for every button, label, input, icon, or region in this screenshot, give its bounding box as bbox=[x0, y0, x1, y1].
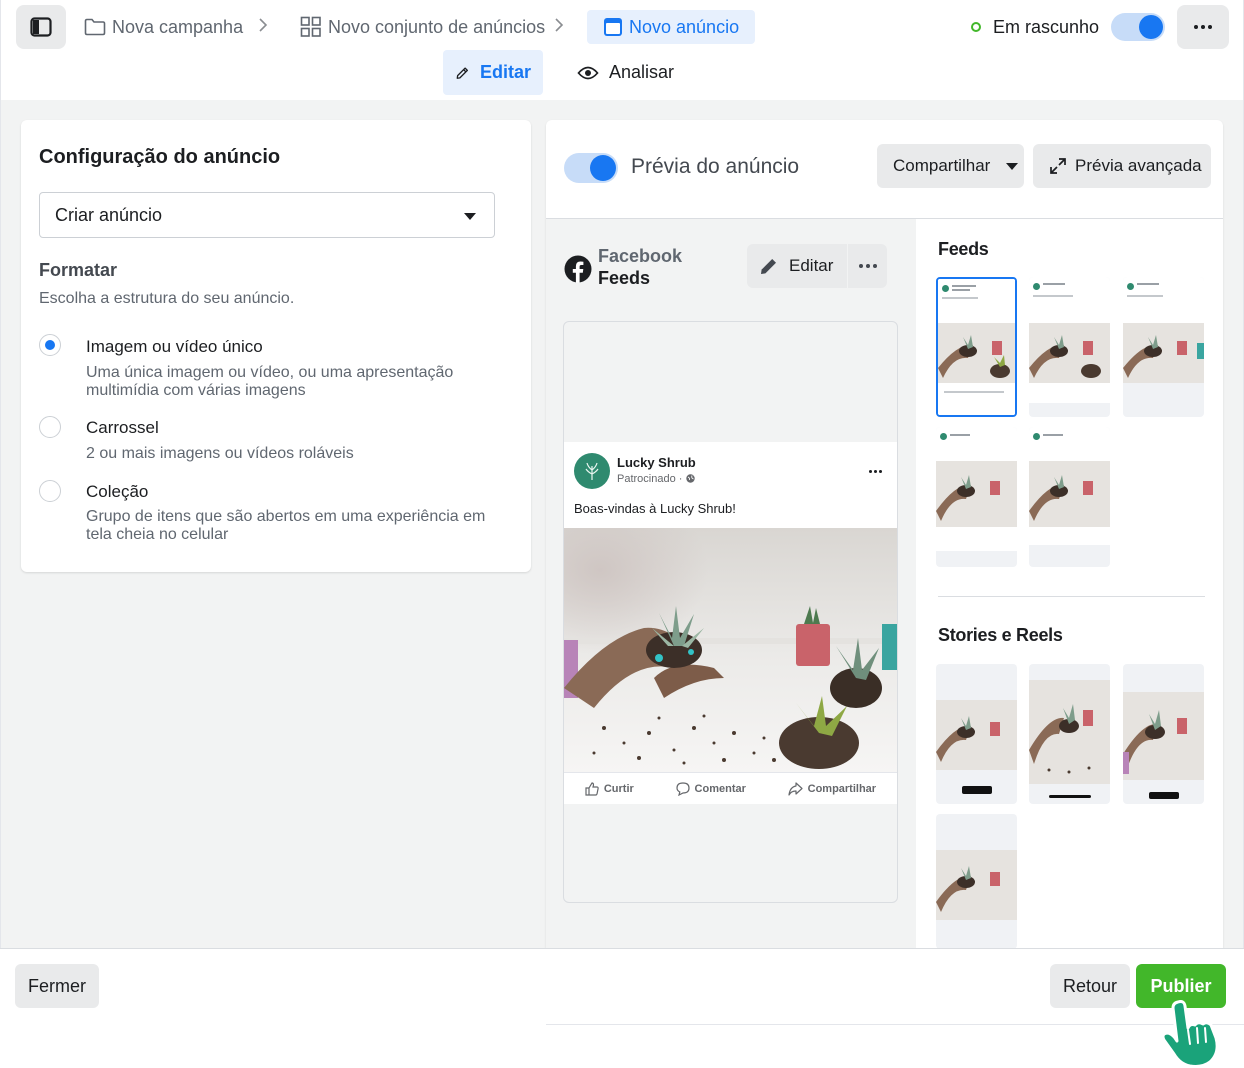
tab-edit[interactable]: Editar bbox=[443, 50, 543, 95]
share-button[interactable]: Compartilhar bbox=[788, 781, 877, 796]
footer-bar: Fermer Retour Publier bbox=[0, 948, 1244, 1068]
radio-carousel[interactable] bbox=[39, 416, 61, 438]
config-title: Configuração do anúncio bbox=[39, 146, 281, 168]
tab-edit-label: Editar bbox=[479, 62, 531, 82]
radio-single-media[interactable] bbox=[39, 334, 61, 356]
stories-group-title: Stories e Reels bbox=[938, 625, 1063, 645]
grid-icon bbox=[300, 16, 322, 38]
post-more-icon[interactable] bbox=[869, 470, 882, 473]
back-button[interactable]: Retour bbox=[1050, 964, 1130, 1008]
breadcrumb-ad-label: Novo anúncio bbox=[629, 16, 740, 37]
footer-divider bbox=[546, 1024, 1244, 1025]
breadcrumb-campaign-label: Nova campanha bbox=[112, 16, 244, 37]
ad-config-panel: Configuração do anúncio Criar anúncio Fo… bbox=[21, 120, 531, 572]
status-dot-icon bbox=[971, 22, 981, 32]
group-divider bbox=[938, 596, 1205, 597]
format-subtitle: Escolha a estrutura do seu anúncio. bbox=[39, 290, 295, 307]
placement-thumbnails: Feeds Stories e Reels bbox=[916, 218, 1223, 948]
story-thumbnail-4[interactable] bbox=[936, 814, 1017, 948]
option-description: Grupo de itens que são abertos em uma ex… bbox=[86, 508, 486, 543]
post-text: Boas-vindas à Lucky Shrub! bbox=[574, 501, 736, 516]
breadcrumb-adset-label: Novo conjunto de anúncios bbox=[328, 16, 546, 37]
pencil-icon bbox=[761, 259, 776, 274]
advanced-preview-button[interactable]: Prévia avançada bbox=[1033, 144, 1211, 188]
advanced-preview-label: Prévia avançada bbox=[1075, 156, 1202, 175]
caret-down-icon bbox=[464, 213, 476, 220]
sidebar-toggle-button[interactable] bbox=[16, 5, 66, 49]
share-dropdown-button[interactable]: Compartilhar bbox=[877, 144, 1024, 188]
chevron-right-icon bbox=[258, 17, 268, 38]
story-thumbnail-3[interactable] bbox=[1123, 664, 1204, 804]
radio-collection[interactable] bbox=[39, 480, 61, 502]
ad-creation-dropdown[interactable]: Criar anúncio bbox=[39, 192, 495, 238]
share-post-label: Compartilhar bbox=[807, 782, 877, 795]
ad-image bbox=[564, 528, 897, 772]
placement-more-button[interactable] bbox=[848, 244, 887, 288]
option-description: 2 ou mais imagens ou vídeos roláveis bbox=[86, 445, 354, 462]
comment-button[interactable]: Comentar bbox=[675, 781, 746, 796]
preview-title: Prévia do anúncio bbox=[631, 155, 800, 178]
caret-down-icon bbox=[1006, 162, 1019, 170]
close-button[interactable]: Fermer bbox=[15, 964, 99, 1008]
folder-icon bbox=[84, 18, 106, 36]
feeds-group-title: Feeds bbox=[938, 239, 989, 259]
comment-icon bbox=[675, 781, 690, 796]
sidebar-panel-icon bbox=[30, 17, 52, 37]
dropdown-value: Criar anúncio bbox=[55, 204, 163, 225]
comment-label: Comentar bbox=[694, 782, 746, 795]
ad-window-icon bbox=[603, 17, 623, 37]
more-options-button[interactable] bbox=[1177, 5, 1229, 49]
placement-position: Feeds bbox=[598, 268, 651, 288]
option-label: Imagem ou vídeo único bbox=[86, 337, 263, 356]
feed-thumbnail-2[interactable] bbox=[1029, 277, 1110, 417]
page-name: Lucky Shrub bbox=[617, 455, 696, 470]
feed-mockup: Lucky Shrub Patrocinado · Boas-vindas à … bbox=[563, 321, 898, 903]
pencil-icon bbox=[456, 66, 468, 79]
feed-thumbnail-facebook[interactable] bbox=[936, 277, 1017, 417]
share-arrow-icon bbox=[788, 781, 803, 796]
like-button[interactable]: Curtir bbox=[585, 781, 634, 796]
status-label: Em rascunho bbox=[993, 16, 1100, 37]
hand-pointer-icon bbox=[1161, 1000, 1219, 1068]
preview-toggle[interactable] bbox=[564, 153, 618, 183]
breadcrumb-adset[interactable]: Novo conjunto de anúncios bbox=[300, 10, 545, 44]
edit-placement-button[interactable]: Editar bbox=[747, 244, 847, 288]
plant-logo-icon bbox=[585, 462, 599, 480]
placement-name: Facebook Feeds bbox=[598, 245, 682, 289]
feed-post: Lucky Shrub Patrocinado · Boas-vindas à … bbox=[564, 442, 897, 804]
expand-icon bbox=[1050, 158, 1066, 174]
story-thumbnail-2[interactable] bbox=[1029, 664, 1110, 804]
sponsored-text: Patrocinado bbox=[617, 473, 676, 485]
format-title: Formatar bbox=[39, 260, 118, 280]
breadcrumb-campaign[interactable]: Nova campanha bbox=[84, 10, 243, 44]
edit-placement-label: Editar bbox=[789, 256, 834, 275]
globe-icon bbox=[685, 474, 695, 483]
tab-review[interactable]: Analisar bbox=[565, 50, 686, 95]
placement-platform: Facebook bbox=[598, 246, 683, 266]
like-label: Curtir bbox=[603, 782, 634, 795]
post-action-bar: Curtir Comentar Compartilhar bbox=[564, 772, 897, 804]
ad-preview-panel: Prévia do anúncio Compartilhar Prévia av… bbox=[546, 120, 1223, 948]
facebook-logo-icon bbox=[564, 255, 592, 283]
option-description: Uma única imagem ou vídeo, ou uma aprese… bbox=[86, 364, 454, 399]
status-toggle[interactable] bbox=[1111, 13, 1165, 41]
tab-review-label: Analisar bbox=[609, 62, 675, 82]
eye-icon bbox=[577, 66, 599, 79]
page-avatar bbox=[574, 453, 610, 489]
chevron-right-icon bbox=[554, 17, 564, 38]
feed-thumbnail-5[interactable] bbox=[1029, 427, 1110, 567]
feed-thumbnail-4[interactable] bbox=[936, 427, 1017, 567]
feed-thumbnail-3[interactable] bbox=[1123, 277, 1204, 417]
option-label: Carrossel bbox=[86, 418, 159, 437]
sponsored-label: Patrocinado · bbox=[617, 473, 695, 485]
placement-preview: Facebook Feeds Editar Lucky Shrub Patroc… bbox=[546, 218, 916, 948]
option-label: Coleção bbox=[86, 482, 149, 501]
draft-status: Em rascunho bbox=[971, 10, 1099, 44]
breadcrumb-ad[interactable]: Novo anúncio bbox=[587, 10, 756, 44]
share-label: Compartilhar bbox=[893, 156, 991, 175]
thumbs-up-icon bbox=[585, 781, 599, 796]
top-bar: Nova campanha Novo conjunto de anúncios … bbox=[0, 0, 1244, 100]
story-thumbnail-1[interactable] bbox=[936, 664, 1017, 804]
main-area: Configuração do anúncio Criar anúncio Fo… bbox=[0, 100, 1244, 948]
